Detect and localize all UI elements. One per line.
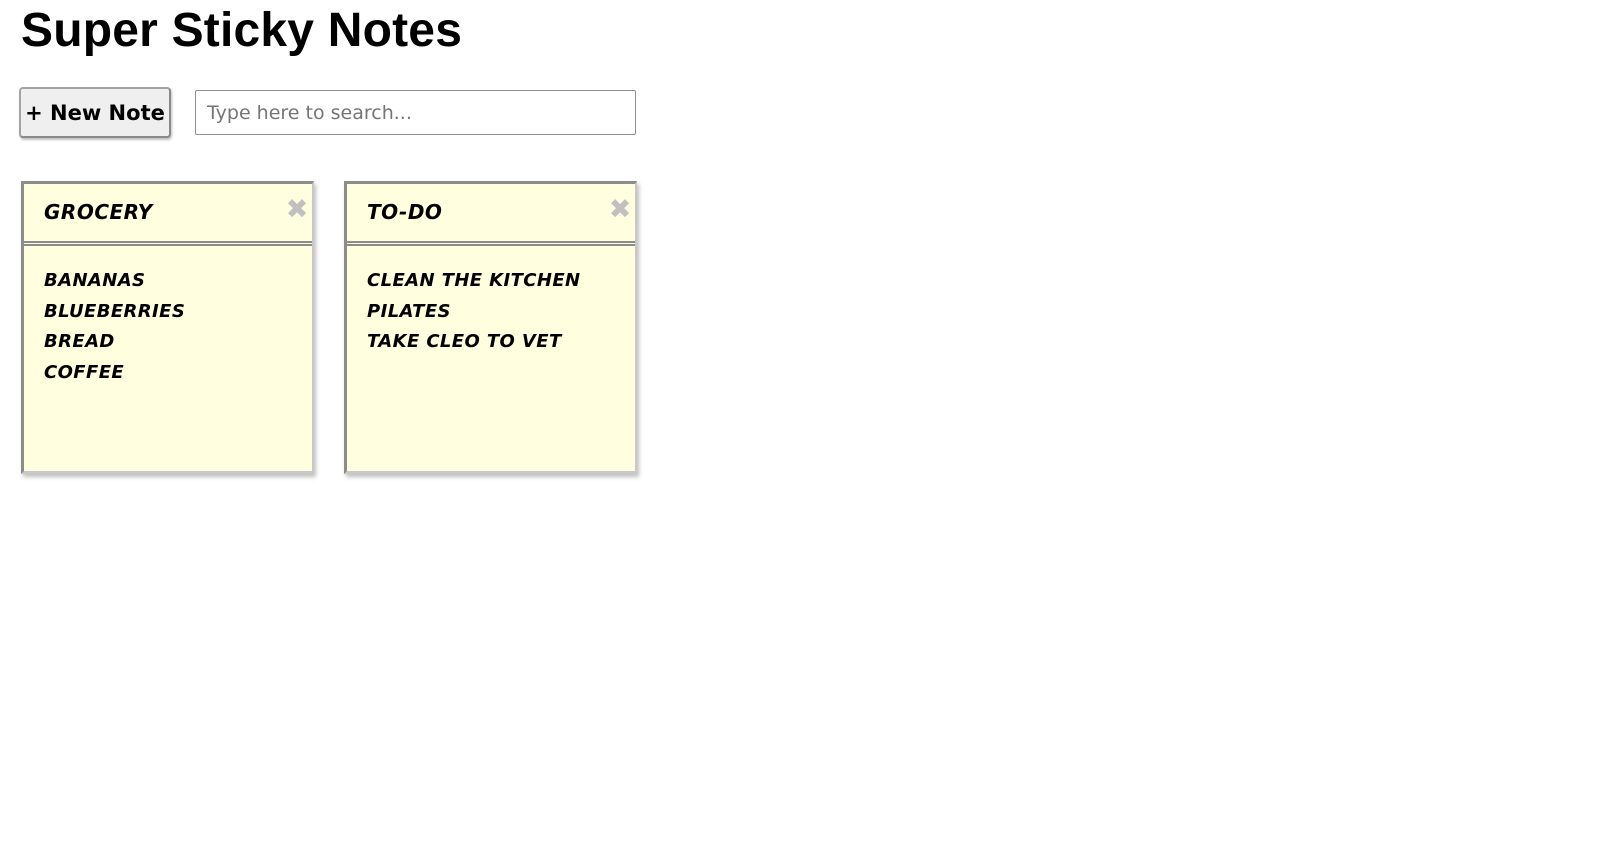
note-line: Blueberries <box>44 300 186 322</box>
note-line: Pilates <box>367 300 451 322</box>
search-input[interactable] <box>195 90 636 135</box>
page-title: Super Sticky Notes <box>21 4 463 57</box>
note-body[interactable]: Clean the kitchen Pilates Take Cleo to v… <box>367 266 625 358</box>
note-header: To-Do ✖ <box>347 184 635 246</box>
note-line: Clean the kitchen <box>367 270 581 291</box>
note-card-to-do: To-Do ✖ Clean the kitchen Pilates Take C… <box>344 181 637 474</box>
note-line: Take Cleo to vet <box>367 331 562 352</box>
note-header: Grocery ✖ <box>24 184 312 246</box>
note-line: Bread <box>44 331 115 352</box>
note-card-grocery: Grocery ✖ Bananas Blueberries Bread Coff… <box>21 181 314 474</box>
note-line: Coffee <box>44 361 125 383</box>
note-title[interactable]: Grocery <box>44 198 274 226</box>
note-body[interactable]: Bananas Blueberries Bread Coffee <box>44 266 302 388</box>
new-note-button[interactable]: + New Note <box>19 87 171 138</box>
close-icon[interactable]: ✖ <box>608 196 632 224</box>
note-title[interactable]: To-Do <box>367 198 597 226</box>
close-icon[interactable]: ✖ <box>285 196 309 224</box>
note-line: Bananas <box>44 270 146 291</box>
